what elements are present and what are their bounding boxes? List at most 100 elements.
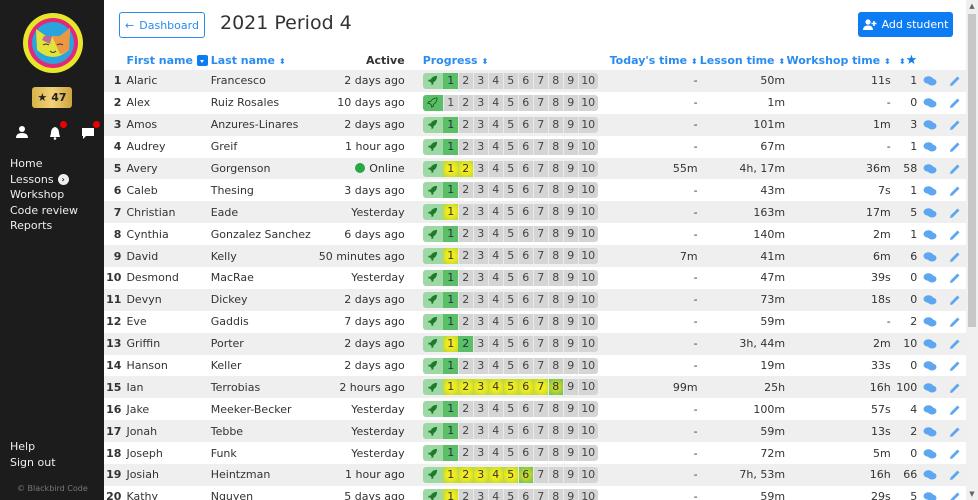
progress-level-6[interactable]: 6 (517, 313, 533, 330)
progress-level-5[interactable]: 5 (502, 204, 518, 221)
progress-level-6[interactable]: 6 (517, 160, 533, 177)
progress-level-4[interactable]: 4 (487, 248, 503, 265)
progress-level-3[interactable]: 3 (472, 335, 488, 352)
progress-level-6[interactable]: 6 (517, 116, 533, 133)
comments-icon[interactable] (923, 141, 937, 153)
progress-level-5[interactable]: 5 (502, 313, 518, 330)
progress-level-9[interactable]: 9 (562, 335, 578, 352)
progress-level-4[interactable]: 4 (487, 160, 503, 177)
edit-pencil-icon[interactable] (948, 75, 962, 87)
progress-level-8[interactable]: 8 (547, 226, 563, 243)
progress-level-9[interactable]: 9 (562, 160, 578, 177)
progress-level-5[interactable]: 5 (502, 160, 518, 177)
progress-level-4[interactable]: 4 (487, 335, 503, 352)
progress-level-2[interactable]: 2 (457, 466, 473, 483)
progress-level-5[interactable]: 5 (502, 423, 518, 440)
progress-level-1[interactable]: 1 (442, 466, 458, 483)
progress-level-7[interactable]: 7 (532, 291, 548, 308)
progress-level-10[interactable]: 10 (577, 182, 598, 199)
progress-level-10[interactable]: 10 (577, 488, 598, 500)
progress-level-6[interactable]: 6 (517, 94, 533, 111)
progress-level-6[interactable]: 6 (517, 248, 533, 265)
progress-level-3[interactable]: 3 (472, 379, 488, 396)
progress-level-10[interactable]: 10 (577, 357, 598, 374)
progress-level-6[interactable]: 6 (517, 357, 533, 374)
progress-level-2[interactable]: 2 (457, 248, 473, 265)
comments-icon[interactable] (923, 469, 937, 481)
rocket-icon[interactable] (422, 313, 443, 330)
progress-level-7[interactable]: 7 (532, 204, 548, 221)
progress-level-8[interactable]: 8 (547, 116, 563, 133)
progress-level-5[interactable]: 5 (502, 335, 518, 352)
nav-home[interactable]: Home (10, 156, 78, 172)
comments-icon[interactable] (923, 294, 937, 306)
progress-level-5[interactable]: 5 (502, 379, 518, 396)
progress-level-10[interactable]: 10 (577, 138, 598, 155)
progress-level-8[interactable]: 8 (547, 291, 563, 308)
progress-level-1[interactable]: 1 (442, 313, 458, 330)
progress-level-8[interactable]: 8 (547, 138, 563, 155)
progress-level-5[interactable]: 5 (502, 357, 518, 374)
edit-pencil-icon[interactable] (948, 491, 962, 500)
edit-pencil-icon[interactable] (948, 185, 962, 197)
progress-level-8[interactable]: 8 (547, 379, 563, 396)
progress-level-10[interactable]: 10 (577, 423, 598, 440)
progress-level-1[interactable]: 1 (442, 291, 458, 308)
progress-level-1[interactable]: 1 (442, 138, 458, 155)
progress-level-10[interactable]: 10 (577, 466, 598, 483)
progress-level-2[interactable]: 2 (457, 357, 473, 374)
progress-level-10[interactable]: 10 (577, 269, 598, 286)
comments-icon[interactable] (923, 229, 937, 241)
progress-level-7[interactable]: 7 (532, 94, 548, 111)
progress-level-2[interactable]: 2 (457, 160, 473, 177)
progress-level-5[interactable]: 5 (502, 226, 518, 243)
progress-level-9[interactable]: 9 (562, 423, 578, 440)
scrollbar-thumb[interactable] (968, 14, 976, 327)
nav-reports[interactable]: Reports (10, 218, 78, 234)
progress-level-2[interactable]: 2 (457, 269, 473, 286)
progress-level-10[interactable]: 10 (577, 160, 598, 177)
scroll-up-icon[interactable]: ▲ (966, 2, 978, 10)
progress-level-9[interactable]: 9 (562, 379, 578, 396)
progress-level-10[interactable]: 10 (577, 401, 598, 418)
progress-level-5[interactable]: 5 (502, 182, 518, 199)
progress-level-1[interactable]: 1 (442, 379, 458, 396)
progress-level-2[interactable]: 2 (457, 445, 473, 462)
progress-level-9[interactable]: 9 (562, 72, 578, 89)
col-last-name[interactable]: Last name ⬍ (211, 50, 319, 70)
avatar[interactable] (22, 12, 84, 74)
user-icon[interactable] (15, 125, 29, 139)
progress-level-8[interactable]: 8 (547, 313, 563, 330)
edit-pencil-icon[interactable] (948, 251, 962, 263)
col-stars[interactable]: ⬍★ (891, 50, 917, 70)
progress-level-9[interactable]: 9 (562, 204, 578, 221)
progress-level-3[interactable]: 3 (472, 357, 488, 374)
progress-level-9[interactable]: 9 (562, 445, 578, 462)
progress-level-7[interactable]: 7 (532, 226, 548, 243)
progress-level-9[interactable]: 9 (562, 248, 578, 265)
comments-icon[interactable] (923, 316, 937, 328)
progress-level-1[interactable]: 1 (442, 401, 458, 418)
edit-pencil-icon[interactable] (948, 382, 962, 394)
rocket-icon[interactable] (422, 248, 443, 265)
progress-level-7[interactable]: 7 (532, 466, 548, 483)
progress-level-7[interactable]: 7 (532, 248, 548, 265)
progress-level-8[interactable]: 8 (547, 248, 563, 265)
comments-icon[interactable] (923, 491, 937, 500)
progress-level-9[interactable]: 9 (562, 116, 578, 133)
rocket-icon[interactable] (422, 488, 443, 500)
progress-level-6[interactable]: 6 (517, 72, 533, 89)
progress-level-5[interactable]: 5 (502, 291, 518, 308)
progress-level-8[interactable]: 8 (547, 94, 563, 111)
progress-level-3[interactable]: 3 (472, 226, 488, 243)
progress-level-3[interactable]: 3 (472, 248, 488, 265)
nav-workshop[interactable]: Workshop (10, 187, 78, 203)
progress-level-8[interactable]: 8 (547, 445, 563, 462)
rocket-icon[interactable] (422, 94, 443, 111)
rocket-icon[interactable] (422, 182, 443, 199)
progress-level-1[interactable]: 1 (442, 445, 458, 462)
progress-level-3[interactable]: 3 (472, 116, 488, 133)
progress-level-4[interactable]: 4 (487, 357, 503, 374)
progress-level-6[interactable]: 6 (517, 445, 533, 462)
progress-level-10[interactable]: 10 (577, 248, 598, 265)
